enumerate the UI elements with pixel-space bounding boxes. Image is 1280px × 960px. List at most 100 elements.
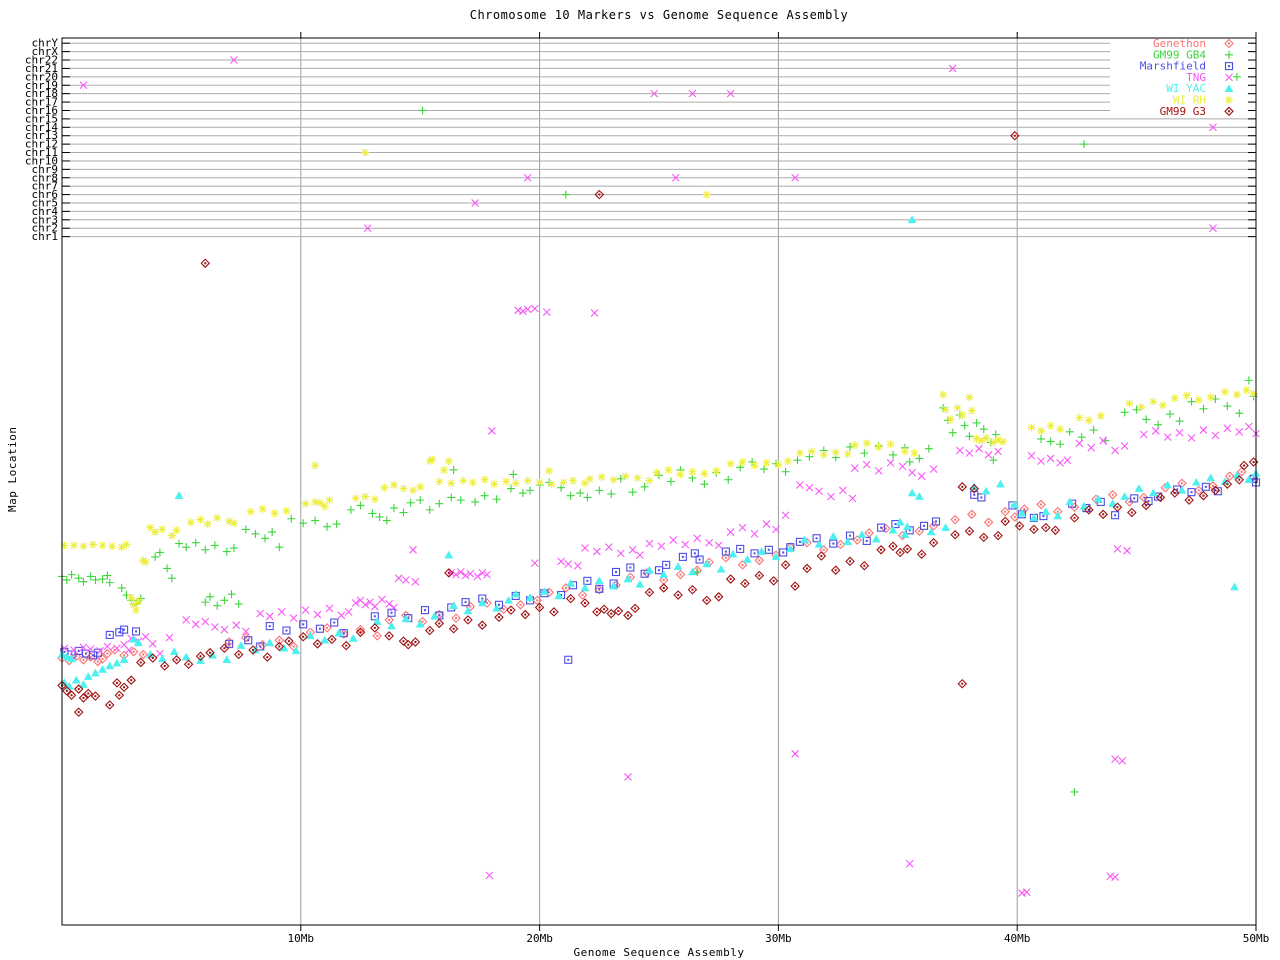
- cross-marker: [142, 633, 149, 640]
- triangle-marker: [175, 492, 183, 499]
- cross-marker: [257, 610, 264, 617]
- triangle-marker: [1207, 474, 1215, 481]
- cross-marker: [290, 615, 297, 622]
- diamond-marker-dot: [885, 528, 887, 530]
- diamond-marker-dot: [106, 653, 108, 655]
- cross-marker: [624, 773, 631, 780]
- diamond-marker-dot: [1228, 43, 1230, 45]
- cross-marker: [646, 540, 653, 547]
- diamond-marker-dot: [730, 578, 732, 580]
- star-marker: [247, 508, 255, 516]
- star-marker: [665, 466, 673, 474]
- square-marker-dot: [391, 612, 393, 614]
- diamond-marker-dot: [1014, 516, 1016, 518]
- star-marker: [390, 481, 398, 489]
- cross-marker: [739, 524, 746, 531]
- star-marker: [230, 519, 238, 527]
- star-marker: [1028, 423, 1036, 431]
- diamond-marker-dot: [345, 645, 347, 647]
- star-marker: [634, 474, 642, 482]
- star-marker: [127, 594, 135, 602]
- cross-marker: [558, 558, 565, 565]
- diamond-marker-dot: [1243, 465, 1245, 467]
- cross-marker: [1114, 545, 1121, 552]
- diamond-marker-dot: [204, 262, 206, 264]
- plus-marker: [1188, 398, 1196, 406]
- plus-marker: [220, 596, 228, 604]
- plus-marker: [235, 600, 243, 608]
- diamond-marker-dot: [519, 604, 521, 606]
- plus-marker: [1080, 140, 1088, 148]
- cross-marker: [378, 596, 385, 603]
- plot-frame: [62, 32, 1256, 931]
- star-marker: [187, 518, 195, 526]
- triangle-marker: [829, 532, 837, 539]
- star-marker: [399, 485, 407, 493]
- x-tick-label: 50Mb: [1243, 932, 1270, 945]
- plus-marker: [1037, 435, 1045, 443]
- cross-marker: [605, 544, 612, 551]
- plus-marker: [519, 489, 527, 497]
- diamond-marker-dot: [429, 630, 431, 632]
- star-marker: [939, 391, 947, 399]
- star-marker: [316, 499, 324, 507]
- square-marker-dot: [109, 634, 111, 636]
- plus-marker: [201, 546, 209, 554]
- plus-marker: [1223, 402, 1231, 410]
- cross-marker: [629, 546, 636, 553]
- plus-marker: [390, 504, 398, 512]
- star-marker: [490, 480, 498, 488]
- star-marker: [610, 476, 618, 484]
- chromosome-row-label: chr1: [32, 230, 59, 243]
- plus-marker: [399, 509, 407, 517]
- diamond-marker-dot: [785, 564, 787, 566]
- cross-marker: [591, 309, 598, 316]
- diamond-marker-dot: [152, 657, 154, 659]
- cross-marker: [727, 529, 734, 536]
- diamond-marker-dot: [402, 640, 404, 642]
- plus-marker: [79, 578, 87, 586]
- cross-marker: [486, 872, 493, 879]
- star-marker: [1047, 422, 1055, 430]
- diamond-marker-dot: [1214, 489, 1216, 491]
- plus-marker: [118, 584, 126, 592]
- diamond-marker-dot: [1181, 482, 1183, 484]
- diamond-marker-dot: [1033, 528, 1035, 530]
- diamond-marker-dot: [66, 690, 68, 692]
- triangle-marker: [703, 560, 711, 567]
- diamond-marker-dot: [1131, 512, 1133, 514]
- square-marker-dot: [302, 623, 304, 625]
- star-marker: [1085, 416, 1093, 424]
- diamond-marker-dot: [82, 659, 84, 661]
- plus-marker: [223, 548, 231, 556]
- diamond-marker-dot: [1228, 110, 1230, 112]
- x-tick-label: 10Mb: [288, 932, 315, 945]
- plus-marker: [481, 492, 489, 500]
- star-marker: [548, 480, 556, 488]
- diamond-marker-dot: [906, 548, 908, 550]
- star-marker: [1075, 414, 1083, 422]
- triangle-marker: [266, 639, 274, 646]
- plus-marker: [889, 451, 897, 459]
- square-marker-dot: [1042, 515, 1044, 517]
- diamond-marker-dot: [820, 555, 822, 557]
- diamond-marker-dot: [130, 679, 132, 681]
- cross-marker: [1236, 428, 1243, 435]
- cross-marker: [149, 640, 156, 647]
- diamond-marker-dot: [794, 585, 796, 587]
- star-marker: [213, 514, 221, 522]
- square-marker-dot: [598, 588, 600, 590]
- star-marker: [958, 411, 966, 419]
- star-marker: [727, 460, 735, 468]
- plus-marker: [509, 470, 517, 478]
- star-marker: [70, 541, 78, 549]
- square-marker-dot: [973, 494, 975, 496]
- cross-marker: [531, 560, 538, 567]
- plus-marker: [275, 543, 283, 551]
- triangle-marker: [84, 673, 92, 680]
- star-marker: [282, 507, 290, 515]
- star-marker: [1171, 394, 1179, 402]
- plus-marker: [583, 493, 591, 501]
- star-marker: [774, 461, 782, 469]
- cross-marker: [1047, 455, 1054, 462]
